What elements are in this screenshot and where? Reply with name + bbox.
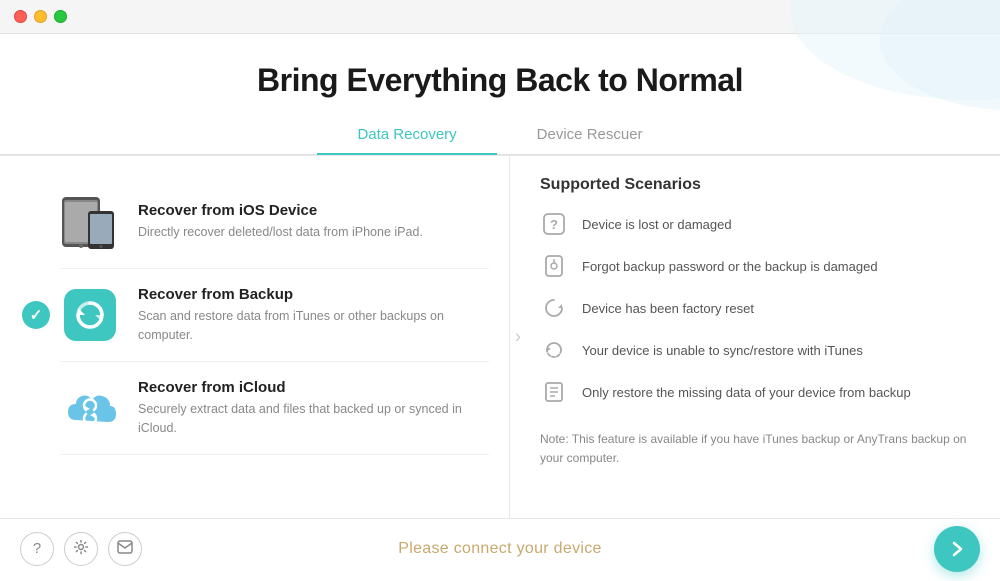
svg-text:?: ? [550,217,558,232]
icloud-item-text: Recover from iCloud Securely extract dat… [138,379,479,438]
scenario-missing-text: Only restore the missing data of your de… [582,385,911,400]
icloud-item-title: Recover from iCloud [138,379,479,396]
icloud-icon [60,378,120,438]
footer-left-buttons: ? [20,532,142,566]
traffic-lights [14,10,67,23]
scenario-lost-damaged: ? Device is lost or damaged [540,210,970,238]
selected-checkmark [22,301,50,329]
sync-restore-icon [540,336,568,364]
scenario-lost-text: Device is lost or damaged [582,217,732,232]
backup-item-text: Recover from Backup Scan and restore dat… [138,286,479,345]
icloud-item-desc: Securely extract data and files that bac… [138,400,479,438]
lost-damaged-icon: ? [540,210,568,238]
tabs-container: Data Recovery Device Rescuer [0,117,1000,155]
tab-device-rescuer[interactable]: Device Rescuer [497,118,683,155]
recover-backup-item[interactable]: Recover from Backup Scan and restore dat… [60,269,489,362]
footer-connect-text: Please connect your device [398,540,601,558]
help-button[interactable]: ? [20,532,54,566]
scenario-factory-text: Device has been factory reset [582,301,754,316]
gear-icon [73,539,89,559]
hero-title: Bring Everything Back to Normal [257,62,743,99]
scenario-forgot-text: Forgot backup password or the backup is … [582,259,878,274]
scenario-missing-data: Only restore the missing data of your de… [540,378,970,406]
maximize-button[interactable] [54,10,67,23]
scenarios-title: Supported Scenarios [540,176,970,194]
next-button[interactable] [934,526,980,572]
email-icon [117,540,133,558]
settings-button[interactable] [64,532,98,566]
footer-right [934,526,980,572]
recover-icloud-item[interactable]: Recover from iCloud Securely extract dat… [60,362,489,455]
scenario-sync-text: Your device is unable to sync/restore wi… [582,343,863,358]
scenario-factory-reset: Device has been factory reset [540,294,970,322]
ios-device-icon [60,192,120,252]
recover-ios-item[interactable]: Recover from iOS Device Directly recover… [60,176,489,269]
tab-data-recovery[interactable]: Data Recovery [317,118,496,155]
main-content: Bring Everything Back to Normal Data Rec… [0,34,1000,518]
email-button[interactable] [108,532,142,566]
scenario-forgot-password: Forgot backup password or the backup is … [540,252,970,280]
forgot-password-icon [540,252,568,280]
factory-reset-icon [540,294,568,322]
scenarios-note: Note: This feature is available if you h… [540,420,970,468]
ios-item-text: Recover from iOS Device Directly recover… [138,202,479,242]
help-icon: ? [33,540,41,557]
left-panel: Recover from iOS Device Directly recover… [0,156,510,518]
backup-icon [60,285,120,345]
backup-item-title: Recover from Backup [138,286,479,303]
scenario-sync-restore: Your device is unable to sync/restore wi… [540,336,970,364]
title-bar [0,0,1000,34]
ios-item-desc: Directly recover deleted/lost data from … [138,223,479,242]
missing-data-icon [540,378,568,406]
ios-item-title: Recover from iOS Device [138,202,479,219]
body-split: Recover from iOS Device Directly recover… [0,155,1000,518]
backup-item-desc: Scan and restore data from iTunes or oth… [138,307,479,345]
minimize-button[interactable] [34,10,47,23]
panel-chevron: › [515,327,521,348]
right-panel: Supported Scenarios ? Device is lost or … [510,156,1000,518]
close-button[interactable] [14,10,27,23]
footer: ? Please connect your device [0,518,1000,578]
